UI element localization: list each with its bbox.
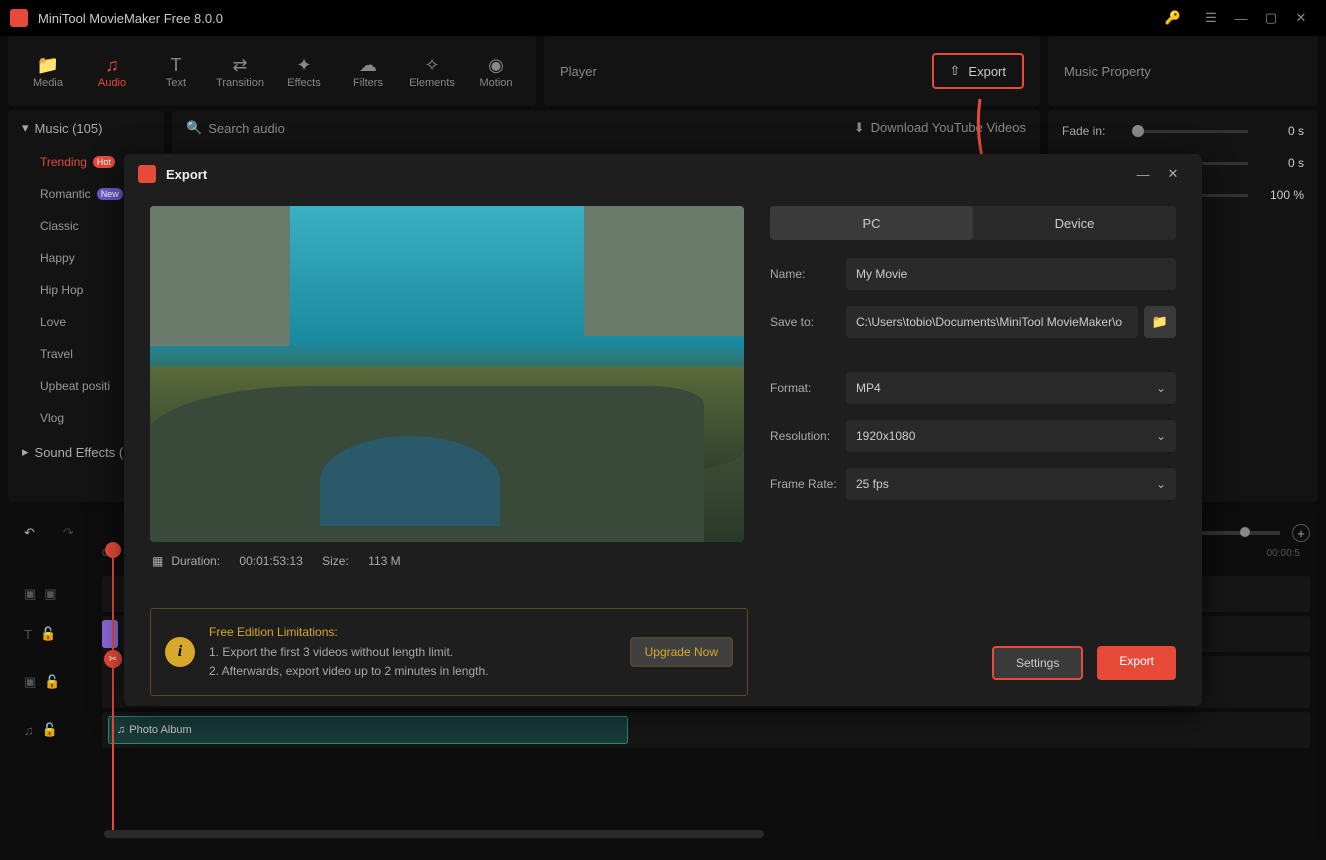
info-icon: i xyxy=(165,637,195,667)
upgrade-button[interactable]: Upgrade Now xyxy=(630,637,733,667)
maximize-button[interactable]: ▢ xyxy=(1256,3,1286,33)
undo-button[interactable]: ↶ xyxy=(16,521,43,545)
sidebar-header[interactable]: ▾Music (105) xyxy=(8,110,164,146)
chevron-down-icon: ⌄ xyxy=(1156,477,1166,491)
music-track-icon: ♫ xyxy=(24,723,34,738)
tab-media[interactable]: 📁Media xyxy=(16,53,80,89)
tab-pc[interactable]: PC xyxy=(770,206,973,240)
export-button[interactable]: ⇧ Export xyxy=(932,53,1024,89)
transition-icon: ⇄ xyxy=(232,53,247,77)
resolution-label: Resolution: xyxy=(770,429,846,443)
lock-icon[interactable]: 🔓 xyxy=(42,722,58,738)
text-clip[interactable] xyxy=(102,620,118,648)
tab-filters[interactable]: ☁Filters xyxy=(336,53,400,89)
hot-badge: Hot xyxy=(93,156,115,168)
chevron-down-icon: ⌄ xyxy=(1156,381,1166,395)
player-bar: Player ⇧ Export xyxy=(544,36,1040,106)
resolution-select[interactable]: 1920x1080⌄ xyxy=(846,420,1176,452)
music-icon: ♫ xyxy=(105,53,119,77)
modal-close-button[interactable]: ✕ xyxy=(1158,159,1188,189)
download-icon: ⬇ xyxy=(854,120,865,136)
tab-audio[interactable]: ♫Audio xyxy=(80,53,144,89)
add-icon[interactable]: ▣ xyxy=(24,586,36,602)
download-youtube-link[interactable]: ⬇Download YouTube Videos xyxy=(854,120,1026,136)
format-label: Format: xyxy=(770,381,846,395)
new-badge: New xyxy=(97,188,123,200)
scissor-icon[interactable]: ✂ xyxy=(104,650,122,668)
chevron-down-icon: ▾ xyxy=(22,120,29,136)
framerate-label: Frame Rate: xyxy=(770,477,846,491)
elements-icon: ✧ xyxy=(424,53,439,77)
fadein-slider[interactable] xyxy=(1132,130,1248,133)
modal-title: Export xyxy=(166,167,1128,182)
tab-device[interactable]: Device xyxy=(973,206,1176,240)
fadeout-value: 0 s xyxy=(1258,156,1304,170)
text-track-icon: T xyxy=(24,627,32,642)
format-select[interactable]: MP4⌄ xyxy=(846,372,1176,404)
limit-line2: 2. Afterwards, export video up to 2 minu… xyxy=(209,662,616,681)
search-input[interactable]: 🔍Search audio xyxy=(186,120,844,136)
tab-text[interactable]: TText xyxy=(144,53,208,89)
timeline-scrollbar[interactable] xyxy=(104,830,764,838)
text-icon: T xyxy=(171,53,182,77)
limit-title: Free Edition Limitations: xyxy=(209,623,616,642)
film-icon: ▦ xyxy=(152,554,163,568)
chevron-right-icon: ▸ xyxy=(22,444,29,460)
saveto-label: Save to: xyxy=(770,315,846,329)
menu-icon[interactable]: ☰ xyxy=(1196,3,1226,33)
player-label: Player xyxy=(560,64,932,79)
name-input[interactable]: My Movie xyxy=(846,258,1176,290)
limitations-box: i Free Edition Limitations: 1. Export th… xyxy=(150,608,748,696)
limit-line1: 1. Export the first 3 videos without len… xyxy=(209,643,616,662)
folder-icon: 📁 xyxy=(1152,314,1168,330)
lock-icon[interactable]: 🔓 xyxy=(40,626,56,642)
track-audio: ♫ 🔓 ♫Photo Album xyxy=(16,712,1310,748)
minimize-button[interactable]: — xyxy=(1226,3,1256,33)
playhead[interactable]: ✂ xyxy=(112,550,114,832)
music-icon: ♫ xyxy=(117,724,125,736)
tab-transition[interactable]: ⇄Transition xyxy=(208,53,272,89)
preview-image xyxy=(150,206,744,542)
app-title: MiniTool MovieMaker Free 8.0.0 xyxy=(38,11,1158,26)
export-tabs: PC Device xyxy=(770,206,1176,240)
export-confirm-button[interactable]: Export xyxy=(1097,646,1176,680)
main-toolbar: 📁Media ♫Audio TText ⇄Transition ✦Effects… xyxy=(8,36,536,106)
modal-logo-icon xyxy=(138,165,156,183)
audio-clip[interactable]: ♫Photo Album xyxy=(108,716,628,744)
browse-button[interactable]: 📁 xyxy=(1144,306,1176,338)
zoom-in-button[interactable]: + xyxy=(1292,524,1310,542)
search-icon: 🔍 xyxy=(186,120,202,136)
chevron-down-icon: ⌄ xyxy=(1156,429,1166,443)
fadein-value: 0 s xyxy=(1258,124,1304,138)
video-track-icon: ▣ xyxy=(24,674,36,690)
tab-effects[interactable]: ✦Effects xyxy=(272,53,336,89)
title-bar: MiniTool MovieMaker Free 8.0.0 🔑 ☰ — ▢ ✕ xyxy=(0,0,1326,36)
filters-icon: ☁ xyxy=(359,53,377,77)
motion-icon: ◉ xyxy=(488,53,504,77)
saveto-input[interactable]: C:\Users\tobio\Documents\MiniTool MovieM… xyxy=(846,306,1138,338)
preview-stats: ▦ Duration: 00:01:53:13 Size: 113 M xyxy=(150,542,744,580)
app-logo-icon xyxy=(10,9,28,27)
framerate-select[interactable]: 25 fps⌄ xyxy=(846,468,1176,500)
tab-elements[interactable]: ✧Elements xyxy=(400,53,464,89)
lock-icon[interactable]: 🔓 xyxy=(44,674,60,690)
close-button[interactable]: ✕ xyxy=(1286,3,1316,33)
copy-icon[interactable]: ▣ xyxy=(44,586,56,602)
fadein-label: Fade in: xyxy=(1062,124,1122,138)
tick: 00:00:5 xyxy=(1267,548,1300,559)
export-modal: Export — ✕ ▦ Duration: 00:01:53:13 Size:… xyxy=(124,154,1202,706)
settings-button[interactable]: Settings xyxy=(992,646,1083,680)
effects-icon: ✦ xyxy=(296,53,311,77)
folder-icon: 📁 xyxy=(37,53,59,77)
redo-button[interactable]: ↷ xyxy=(55,521,82,545)
property-panel-header: Music Property xyxy=(1048,36,1318,106)
export-icon: ⇧ xyxy=(950,63,961,79)
tab-motion[interactable]: ◉Motion xyxy=(464,53,528,89)
key-icon[interactable]: 🔑 xyxy=(1158,3,1188,33)
modal-minimize-button[interactable]: — xyxy=(1128,159,1158,189)
volume-value: 100 % xyxy=(1258,188,1304,202)
name-label: Name: xyxy=(770,267,846,281)
